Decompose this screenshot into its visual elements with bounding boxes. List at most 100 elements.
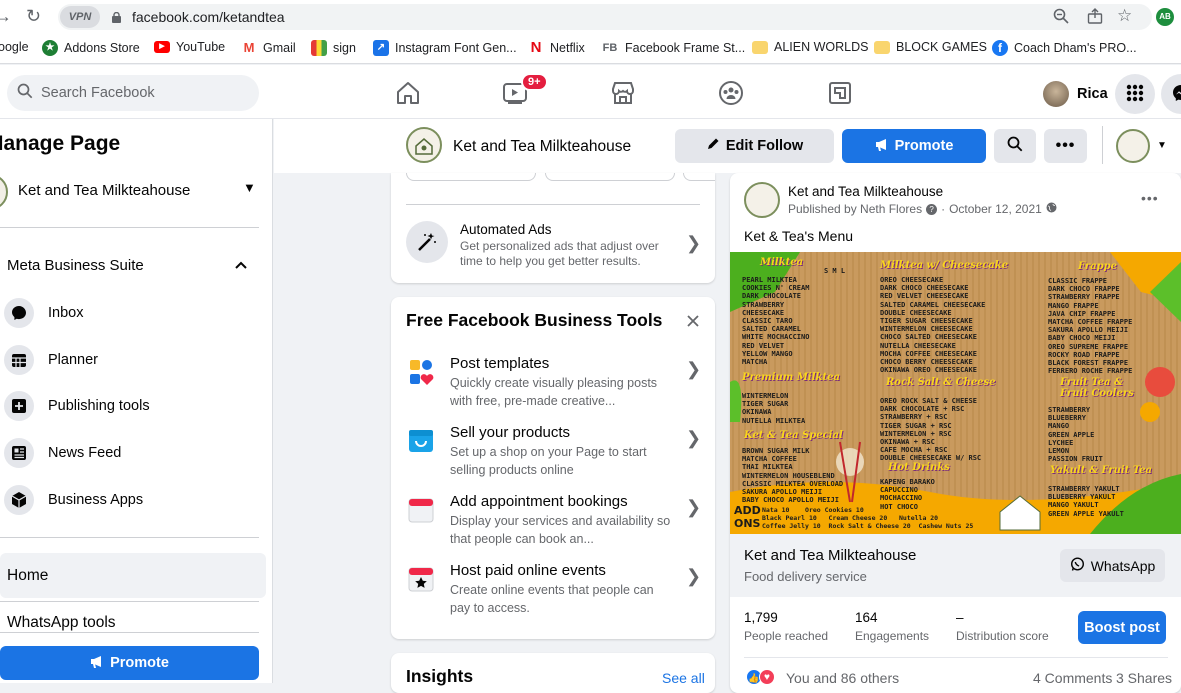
- post-page-avatar[interactable]: [744, 182, 780, 218]
- tool-title: Add appointment bookings: [450, 493, 628, 510]
- bookmark-sign[interactable]: sign: [311, 40, 356, 56]
- carousel-card: [545, 173, 675, 181]
- sidebar-item-news-feed[interactable]: News Feed: [0, 431, 121, 475]
- sidebar-item-label: Publishing tools: [48, 398, 150, 414]
- page-switch-avatar[interactable]: [1116, 129, 1150, 163]
- sidebar-item-home[interactable]: Home: [0, 553, 266, 598]
- sidebar-promote-button[interactable]: Promote: [0, 646, 259, 680]
- boost-post-button[interactable]: Boost post: [1078, 611, 1166, 644]
- bookmark-block-games[interactable]: BLOCK GAMES: [874, 40, 987, 54]
- tool-title: Post templates: [450, 355, 550, 372]
- link-title: Ket and Tea Milkteahouse: [744, 547, 917, 564]
- tool-description: Display your services and availability s…: [450, 514, 671, 546]
- post-date[interactable]: October 12, 2021: [949, 202, 1042, 216]
- divider: [0, 601, 259, 602]
- sidebar-item-label: Business Apps: [48, 492, 144, 508]
- calendar-booking-icon: [406, 495, 436, 525]
- menu-image[interactable]: Milktea Milktea w/ Cheesecake Frappe S M…: [730, 252, 1181, 534]
- share-icon[interactable]: [1087, 8, 1103, 28]
- comments-count[interactable]: 4 Comments: [1033, 670, 1112, 686]
- stat-people-reached: 1,799 People reached: [744, 610, 829, 643]
- url-text[interactable]: facebook.com/ketandtea: [132, 9, 285, 25]
- promote-button[interactable]: Promote: [842, 129, 986, 163]
- bookmark-alien-worlds[interactable]: ALIEN WORLDS: [752, 40, 868, 54]
- profile-button[interactable]: Rica: [1043, 81, 1108, 107]
- post-page-name[interactable]: Ket and Tea Milkteahouse: [788, 184, 943, 199]
- chevron-right-icon[interactable]: ❯: [686, 497, 701, 518]
- groups-icon[interactable]: [718, 80, 746, 108]
- page-search-button[interactable]: [994, 129, 1036, 163]
- reactions-count[interactable]: You and 86 others: [786, 670, 899, 686]
- megaphone-icon: [875, 138, 889, 155]
- menu-grid-button[interactable]: [1115, 74, 1155, 114]
- business-suite-title[interactable]: Meta Business Suite: [7, 257, 144, 274]
- edit-follow-button[interactable]: Edit Follow: [675, 129, 834, 163]
- search-icon: [17, 83, 33, 103]
- post-more-icon[interactable]: •••: [1141, 190, 1159, 206]
- sidebar-item-business-apps[interactable]: Business Apps: [0, 478, 143, 522]
- vpn-badge[interactable]: VPN: [60, 6, 100, 28]
- divider: [0, 632, 259, 633]
- page-selector-name: Ket and Tea Milkteahouse: [18, 182, 191, 199]
- folder-icon: [752, 40, 768, 54]
- tool-description: Set up a shop on your Page to start sell…: [450, 445, 647, 477]
- insights-see-all-link[interactable]: See all: [662, 670, 705, 686]
- close-icon[interactable]: [686, 314, 700, 328]
- chevron-up-icon[interactable]: [234, 258, 248, 272]
- bookmark-google[interactable]: oogle: [0, 40, 29, 54]
- lock-icon[interactable]: [112, 10, 121, 23]
- profile-extension-icon[interactable]: AB: [1156, 8, 1174, 26]
- tool-description: Create online events that people can pay…: [450, 583, 654, 615]
- reload-icon[interactable]: ↻: [26, 6, 41, 27]
- search-input[interactable]: Search Facebook: [7, 75, 259, 111]
- sidebar-item-inbox[interactable]: Inbox: [0, 291, 83, 335]
- post-text: Ket & Tea's Menu: [744, 228, 854, 244]
- tool-sell-products[interactable]: Sell your products Set up a shop on your …: [406, 424, 706, 479]
- bookmark-instagram-font[interactable]: ↗ Instagram Font Gen...: [373, 40, 517, 56]
- search-icon: [1007, 136, 1023, 156]
- divider: [406, 204, 700, 205]
- page-selector[interactable]: Ket and Tea Milkteahouse ▼: [0, 172, 262, 212]
- tool-post-templates[interactable]: Post templates Quickly create visually pl…: [406, 355, 706, 410]
- sidebar-item-whatsapp-tools[interactable]: WhatsApp tools: [7, 614, 116, 632]
- gaming-icon[interactable]: [827, 80, 855, 108]
- divider: [1102, 126, 1103, 164]
- automated-ads-title[interactable]: Automated Ads: [460, 222, 552, 237]
- bookmark-netflix[interactable]: N Netflix: [528, 40, 585, 56]
- news-feed-icon: [4, 438, 34, 468]
- forward-icon[interactable]: →: [0, 6, 12, 27]
- tool-appointment-bookings[interactable]: Add appointment bookings Display your ser…: [406, 493, 706, 548]
- bookmark-youtube[interactable]: ▶ YouTube: [154, 40, 225, 54]
- shares-count[interactable]: 3 Shares: [1116, 670, 1172, 686]
- carousel-card: [406, 173, 536, 181]
- chevron-right-icon[interactable]: ❯: [686, 428, 701, 449]
- home-icon[interactable]: [395, 80, 423, 108]
- marketplace-icon[interactable]: [610, 80, 638, 108]
- bookmark-coach-dham[interactable]: f Coach Dham's PRO...: [992, 40, 1137, 56]
- insights-title: Insights: [406, 666, 474, 686]
- info-icon[interactable]: ?: [926, 203, 938, 215]
- sidebar-item-publishing-tools[interactable]: Publishing tools: [0, 384, 150, 428]
- fb-frame-icon: FB: [601, 40, 619, 56]
- tool-paid-online-events[interactable]: Host paid online events Create online eve…: [406, 562, 706, 617]
- chevron-right-icon[interactable]: ❯: [686, 359, 701, 380]
- bookmark-star-icon[interactable]: ☆: [1117, 6, 1132, 26]
- chevron-right-icon[interactable]: ❯: [686, 566, 701, 587]
- instagram-font-icon: ↗: [373, 40, 389, 56]
- templates-icon: [406, 357, 436, 387]
- post-meta: Published by Neth Flores ? · October 12,…: [788, 202, 1057, 216]
- bookmark-fb-frame[interactable]: FB Facebook Frame St...: [601, 40, 745, 56]
- grid-icon: [1126, 84, 1144, 105]
- caret-down-icon[interactable]: ▼: [1157, 140, 1167, 151]
- search-placeholder: Search Facebook: [41, 85, 155, 101]
- netflix-icon: N: [528, 40, 544, 56]
- whatsapp-button[interactable]: WhatsApp: [1060, 549, 1165, 582]
- more-options-button[interactable]: •••: [1044, 129, 1087, 163]
- sidebar-item-planner[interactable]: Planner: [0, 338, 98, 382]
- bookmark-addons[interactable]: ★ Addons Store: [42, 40, 140, 56]
- zoom-icon[interactable]: [1053, 8, 1069, 28]
- bookmark-gmail[interactable]: M Gmail: [241, 40, 296, 56]
- page-avatar[interactable]: [406, 127, 442, 163]
- chevron-right-icon[interactable]: ❯: [686, 233, 701, 254]
- notification-badge: 9+: [521, 73, 548, 91]
